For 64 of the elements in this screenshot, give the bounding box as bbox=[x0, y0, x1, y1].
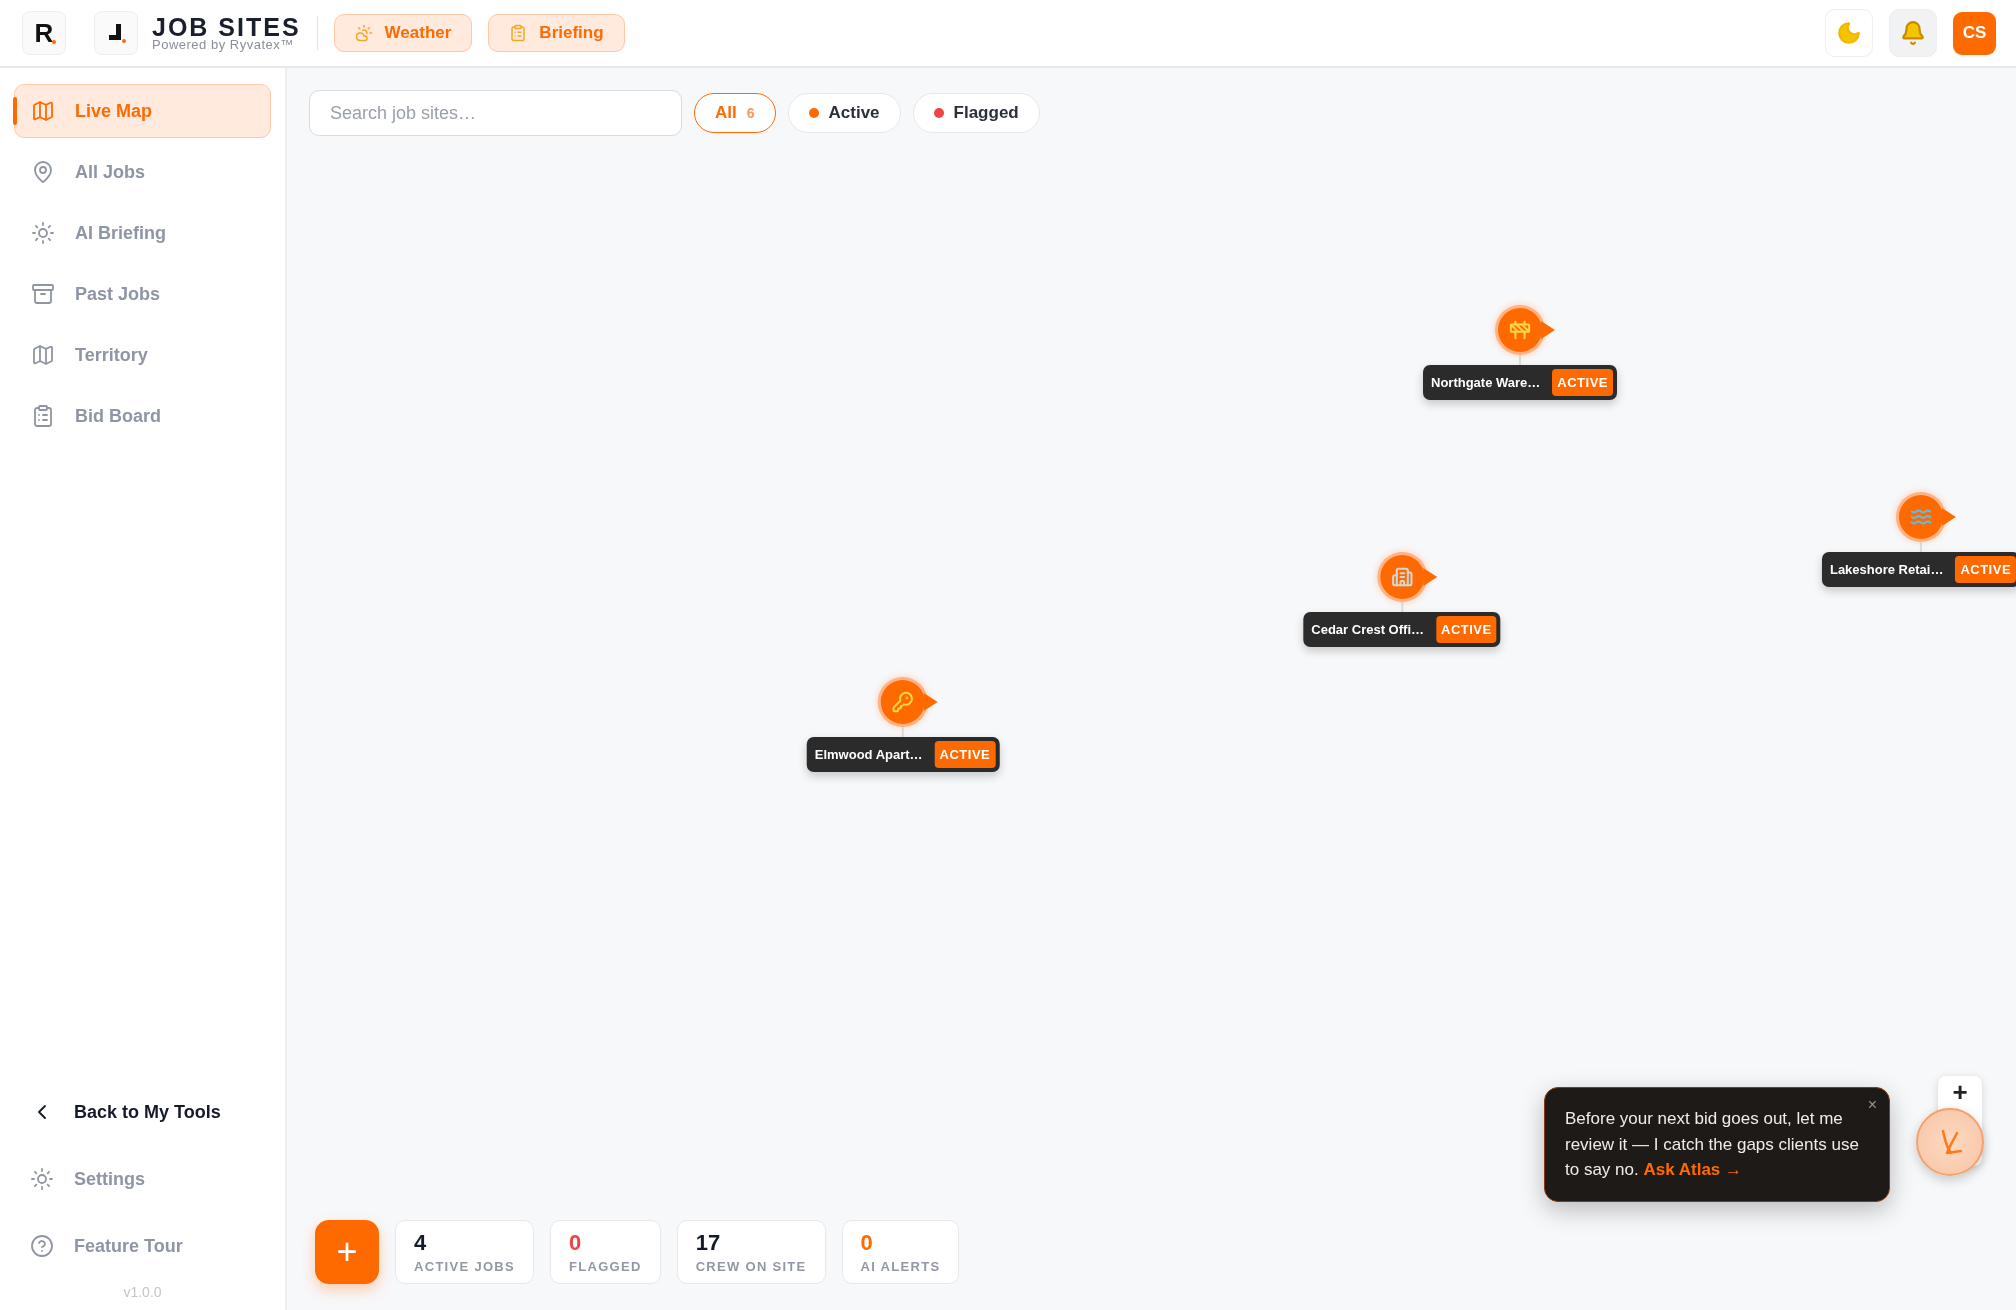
help-icon bbox=[30, 1234, 54, 1258]
assistant-avatar[interactable] bbox=[1916, 1108, 1984, 1176]
cloud-sun-icon bbox=[354, 24, 373, 42]
filter-chip[interactable]: All 6 bbox=[694, 93, 776, 133]
stat-value: 4 bbox=[414, 1231, 428, 1256]
map-pin-icon bbox=[31, 160, 55, 184]
clipboard-icon bbox=[509, 24, 528, 42]
filter-chip[interactable]: Active bbox=[787, 93, 901, 133]
sidebar-item[interactable]: Past Jobs bbox=[14, 267, 271, 321]
sidebar-item[interactable]: Bid Board bbox=[14, 389, 271, 443]
close-button[interactable]: × bbox=[1867, 1096, 1877, 1114]
sidebar-link[interactable]: Feature Tour bbox=[14, 1219, 271, 1273]
user-avatar[interactable]: CS bbox=[1953, 11, 1996, 55]
status-badge: ACTIVE bbox=[1436, 616, 1497, 643]
zoom-in-button[interactable]: + bbox=[1952, 1080, 1968, 1104]
site-name: Northgate Ware… bbox=[1431, 375, 1541, 390]
filter-count: 6 bbox=[746, 105, 755, 121]
status-badge: ACTIVE bbox=[1552, 369, 1613, 396]
bell-icon bbox=[1900, 20, 1926, 46]
stat-value: 0 bbox=[569, 1231, 583, 1256]
site-label[interactable]: Elmwood Apart… ACTIVE bbox=[806, 737, 1000, 772]
notifications-button[interactable] bbox=[1889, 9, 1937, 57]
sidebar-item[interactable]: Territory bbox=[14, 328, 271, 382]
brand-logo[interactable]: R bbox=[22, 11, 66, 55]
stat-value: 0 bbox=[860, 1231, 874, 1256]
site-name: Lakeshore Retai… bbox=[1829, 562, 1944, 577]
search-field[interactable]: Search job sites… bbox=[309, 90, 682, 136]
sidebar-item[interactable]: All Jobs bbox=[14, 145, 271, 199]
sun-icon bbox=[31, 221, 55, 245]
clipboard-icon bbox=[31, 404, 55, 428]
site-name: Cedar Crest Offi… bbox=[1311, 622, 1424, 637]
building-icon bbox=[1391, 566, 1413, 588]
site-label[interactable]: Northgate Ware… ACTIVE bbox=[1423, 365, 1617, 400]
status-badge: ACTIVE bbox=[934, 741, 996, 768]
map-icon bbox=[31, 99, 55, 123]
tip-text: Before your next bid goes out, let me review it — I catch the gaps clients use to say no. Ask Atlas → bbox=[1565, 1108, 1860, 1181]
sidebar-item[interactable]: AI Briefing bbox=[14, 206, 271, 260]
stat-label: ACTIVE JOBS bbox=[414, 1259, 515, 1275]
app-logo-icon[interactable] bbox=[94, 11, 138, 55]
add-button[interactable]: + bbox=[315, 1220, 379, 1284]
sidebar-item[interactable]: Live Map bbox=[14, 84, 271, 138]
sidebar-link[interactable]: Back to My Tools bbox=[14, 1085, 271, 1139]
app-title: JOB SITES bbox=[152, 15, 301, 40]
stat-label: AI ALERTS bbox=[860, 1259, 941, 1275]
version-label: v1.0.0 bbox=[123, 1284, 162, 1300]
site-label[interactable]: Cedar Crest Offi… ACTIVE bbox=[1303, 612, 1501, 647]
ask-atlas-link[interactable]: Ask Atlas → bbox=[1643, 1160, 1743, 1179]
site-name: Elmwood Apart… bbox=[814, 747, 923, 762]
key-icon bbox=[892, 691, 914, 713]
archive-icon bbox=[31, 282, 55, 306]
filter-chip[interactable]: Flagged bbox=[912, 93, 1040, 133]
site-label[interactable]: Lakeshore Retai… ACTIVE bbox=[1821, 552, 2016, 587]
app-subtitle: Powered by Ryvatex™ bbox=[152, 38, 295, 51]
sidebar-link[interactable]: Settings bbox=[14, 1152, 271, 1206]
moon-icon bbox=[1836, 20, 1862, 46]
map-icon bbox=[31, 343, 55, 367]
theme-toggle-button[interactable] bbox=[1825, 9, 1873, 57]
stat-value: 17 bbox=[695, 1231, 722, 1256]
stat-label: FLAGGED bbox=[569, 1259, 642, 1275]
status-badge: ACTIVE bbox=[1955, 556, 2016, 583]
header-button[interactable]: Briefing bbox=[488, 14, 625, 52]
stat-label: CREW ON SITE bbox=[695, 1259, 807, 1275]
header-button[interactable]: Weather bbox=[333, 14, 473, 52]
settings-icon bbox=[30, 1167, 54, 1191]
